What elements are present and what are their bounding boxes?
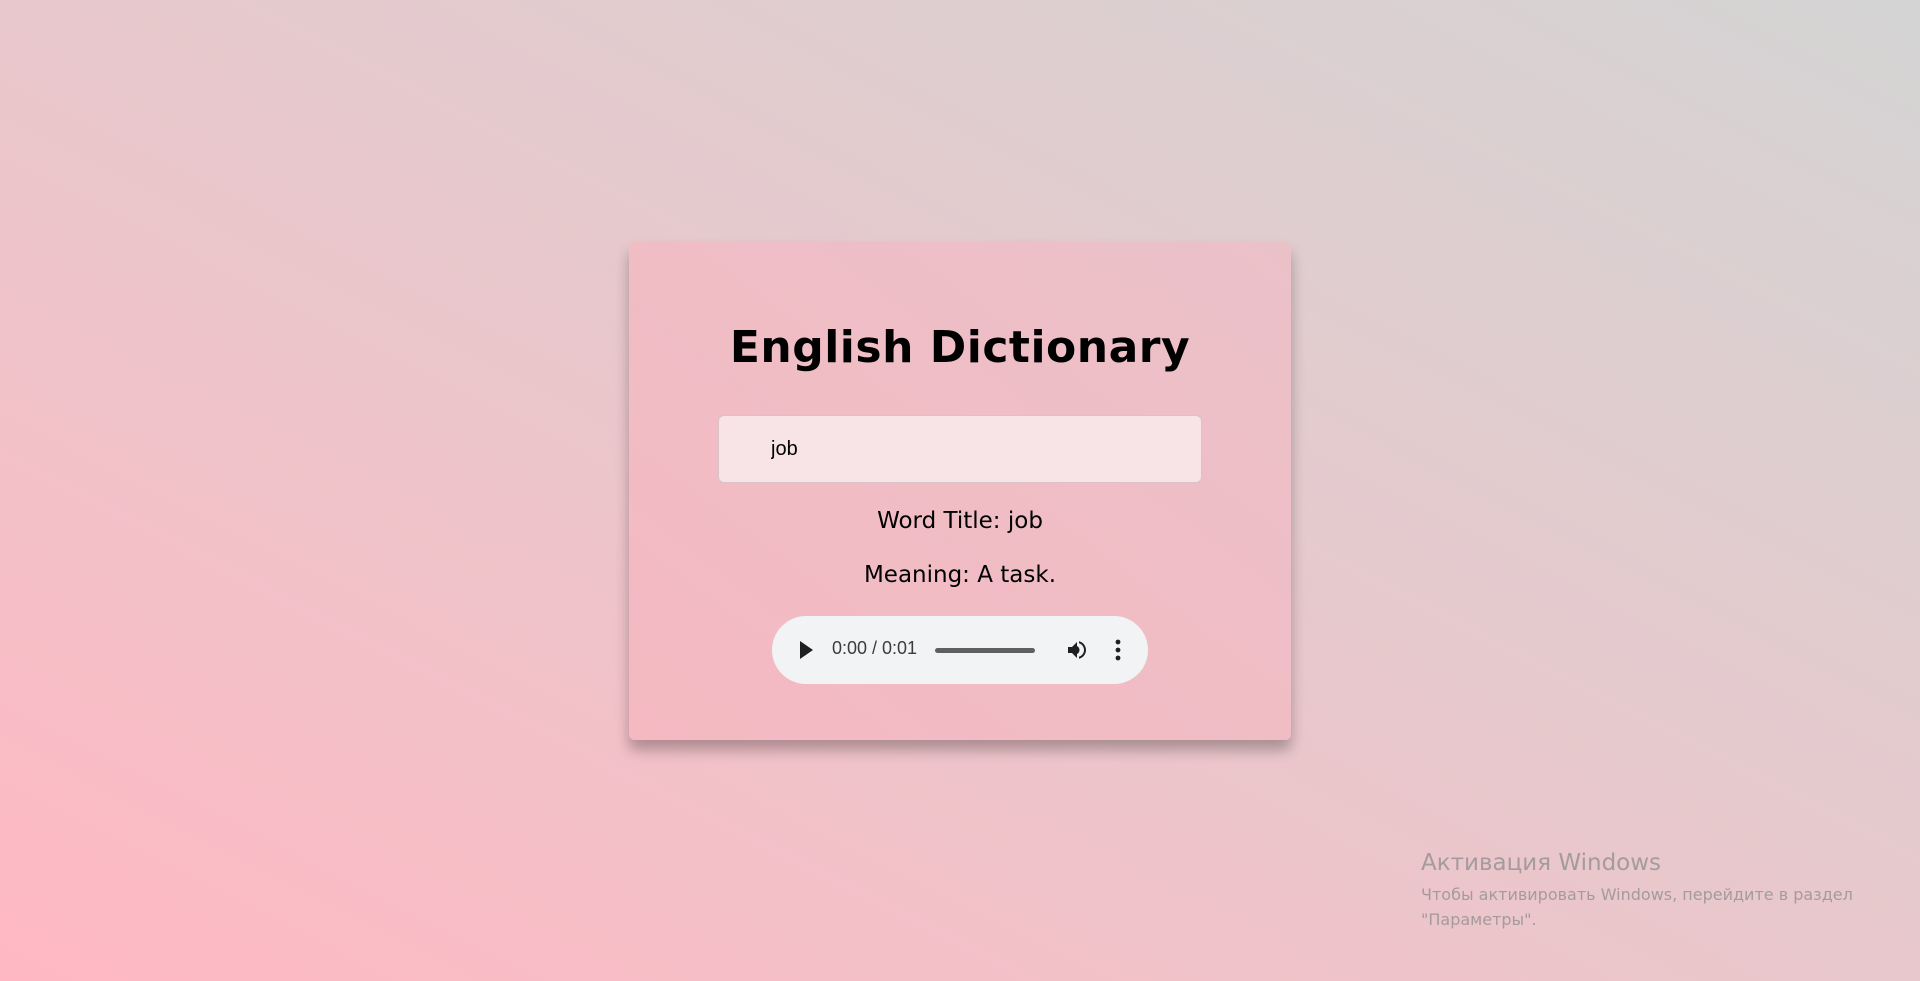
word-title-text: Word Title: job xyxy=(877,508,1043,534)
more-vertical-icon[interactable] xyxy=(1114,638,1122,662)
activation-line-2: "Параметры". xyxy=(1421,910,1537,929)
windows-activation-watermark: Активация Windows Чтобы активировать Win… xyxy=(1421,850,1853,932)
play-icon[interactable] xyxy=(800,641,813,659)
meaning-text: Meaning: A task. xyxy=(863,562,1057,588)
activation-line-1: Чтобы активировать Windows, перейдите в … xyxy=(1421,885,1853,904)
activation-title: Активация Windows xyxy=(1421,850,1662,876)
page-title: English Dictionary xyxy=(729,322,1191,373)
audio-player: 0:00 / 0:01 xyxy=(772,616,1148,684)
dictionary-card: English Dictionary Word Title: job Meani… xyxy=(629,242,1291,740)
search-input[interactable] xyxy=(718,415,1202,483)
volume-icon[interactable] xyxy=(1065,638,1089,662)
audio-time-display: 0:00 / 0:01 xyxy=(832,638,918,658)
audio-progress-bar[interactable] xyxy=(935,648,1035,653)
